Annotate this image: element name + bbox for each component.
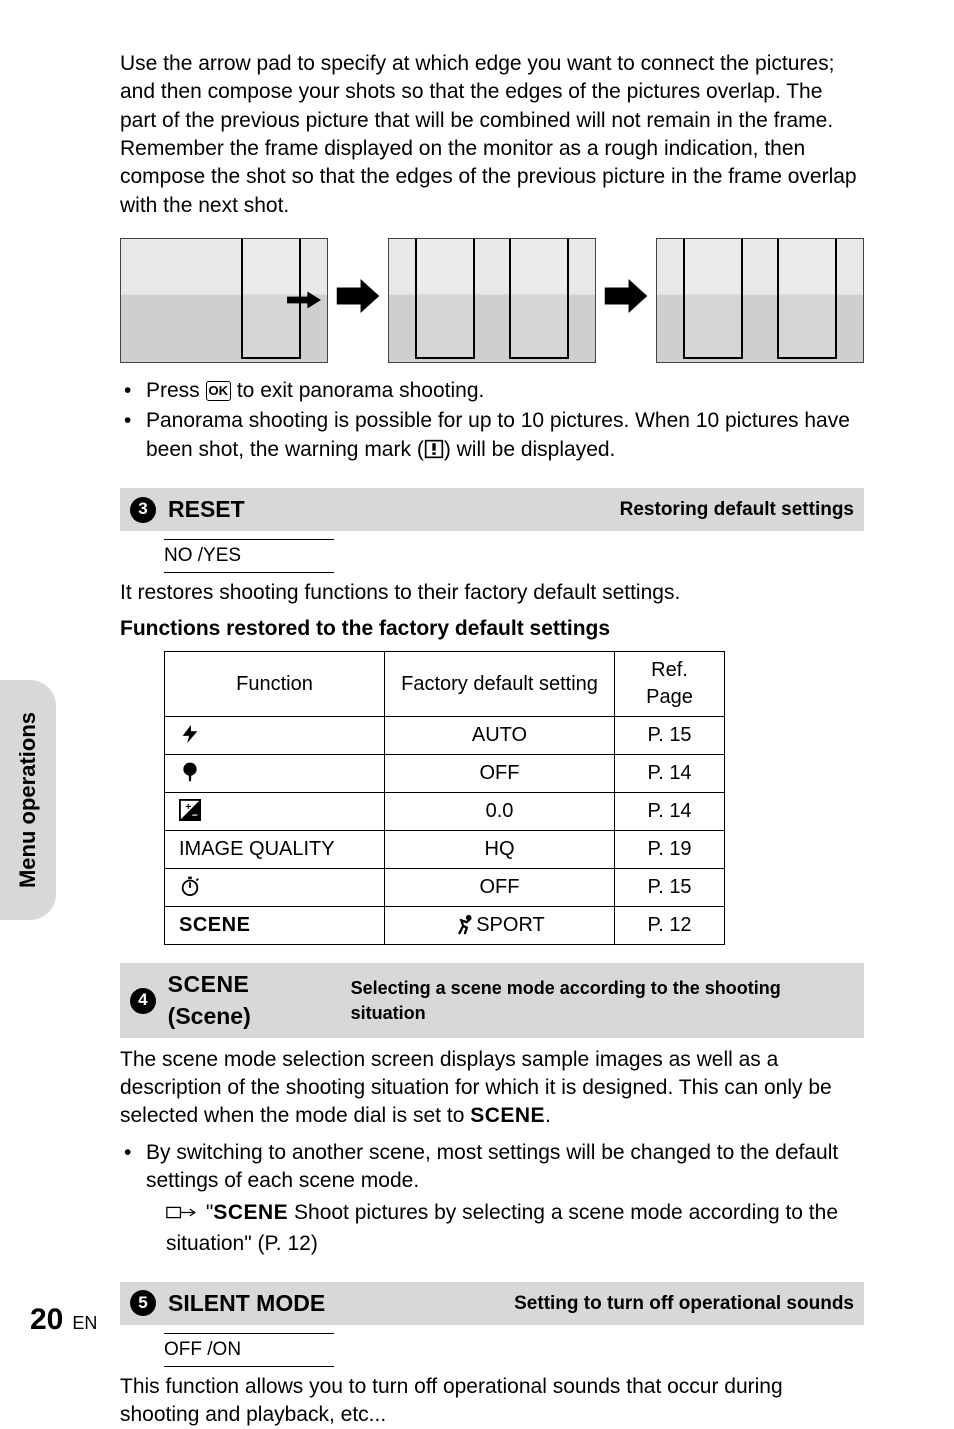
panorama-illustration (120, 238, 864, 363)
section-number-icon: 5 (130, 1290, 156, 1316)
page-lang: EN (72, 1313, 97, 1333)
section-title: RESET (168, 494, 245, 525)
section-silent-header: 5 SILENT MODE Setting to turn off operat… (120, 1282, 864, 1325)
panorama-notes: Press OK to exit panorama shooting. Pano… (120, 377, 864, 464)
side-tab-label: Menu operations (13, 712, 43, 888)
note-exit: Press OK to exit panorama shooting. (120, 377, 864, 405)
scene-ref: "SCENE Shoot pictures by selecting a sce… (166, 1201, 838, 1254)
flash-icon (179, 723, 201, 745)
section-title: SCENE (Scene) (168, 969, 337, 1031)
sport-icon (454, 913, 476, 935)
warning-icon (424, 439, 444, 459)
silent-description: This function allows you to turn off ope… (120, 1373, 864, 1429)
reset-description: It restores shooting functions to their … (120, 579, 864, 607)
table-row: +− 0.0 P. 14 (165, 793, 725, 831)
scene-note: By switching to another scene, most sett… (120, 1139, 864, 1258)
reset-subhead: Functions restored to the factory defaul… (120, 615, 864, 643)
section-scene-header: 4 SCENE (Scene) Selecting a scene mode a… (120, 963, 864, 1037)
section-subtitle: Restoring default settings (620, 497, 854, 523)
section-subtitle: Setting to turn off operational sounds (514, 1291, 854, 1317)
silent-options: OFF /ON (164, 1333, 334, 1367)
page-footer: 20 EN (30, 1300, 97, 1341)
pano-frame-1 (120, 238, 328, 363)
factory-defaults-table: Function Factory default setting Ref. Pa… (164, 651, 725, 945)
table-row: OFF P. 15 (165, 869, 725, 907)
table-row: SCENE SPORT P. 12 (165, 907, 725, 945)
self-timer-icon (179, 875, 201, 897)
section-number-icon: 3 (130, 497, 156, 523)
table-row: OFF P. 14 (165, 755, 725, 793)
macro-icon (179, 761, 201, 783)
table-header: Factory default setting (385, 652, 615, 717)
reset-options: NO /YES (164, 539, 334, 573)
note-limit: Panorama shooting is possible for up to … (120, 407, 864, 464)
pano-frame-3 (656, 238, 864, 363)
svg-text:+: + (185, 802, 191, 813)
side-tab: Menu operations (0, 680, 56, 920)
section-number-icon: 4 (130, 988, 156, 1014)
scene-label: SCENE (165, 907, 385, 945)
table-row: AUTO P. 15 (165, 717, 725, 755)
arrow-right-icon (604, 279, 648, 321)
svg-text:−: − (192, 811, 198, 822)
scene-notes: By switching to another scene, most sett… (120, 1139, 864, 1258)
pointing-hand-icon (166, 1201, 200, 1229)
scene-paragraph: The scene mode selection screen displays… (120, 1046, 864, 1131)
arrow-right-icon (336, 279, 380, 321)
pano-frame-2 (388, 238, 596, 363)
ok-icon: OK (206, 381, 232, 401)
section-reset-header: 3 RESET Restoring default settings (120, 488, 864, 531)
table-header: Ref. Page (615, 652, 725, 717)
section-subtitle: Selecting a scene mode according to the … (351, 976, 854, 1025)
section-title: SILENT MODE (168, 1288, 325, 1319)
exposure-comp-icon: +− (179, 799, 201, 821)
page-number: 20 (30, 1303, 63, 1336)
table-row: IMAGE QUALITY HQ P. 19 (165, 831, 725, 869)
intro-paragraph: Use the arrow pad to specify at which ed… (120, 50, 864, 220)
table-header: Function (165, 652, 385, 717)
